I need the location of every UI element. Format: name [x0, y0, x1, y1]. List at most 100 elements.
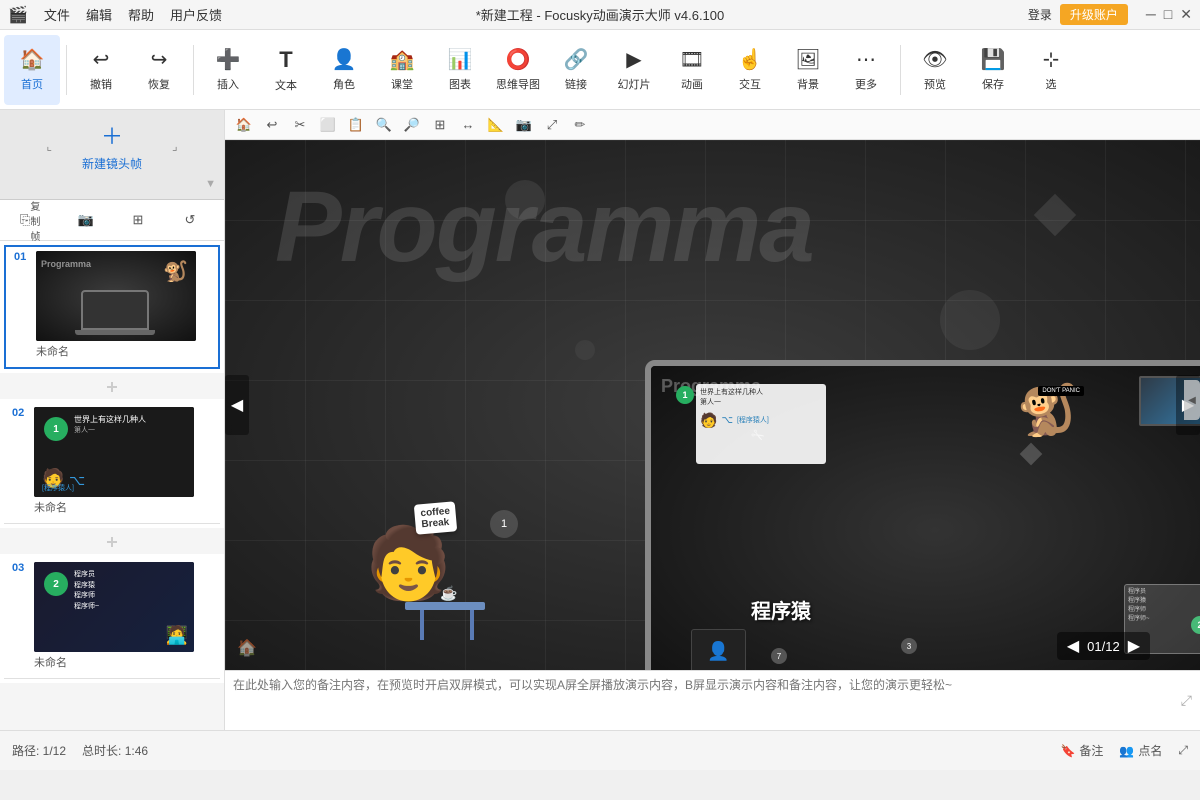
thumb-circle-2: 1 [44, 417, 68, 441]
sidebar-collapse-button[interactable]: ◀ [1184, 380, 1200, 420]
tool-redo[interactable]: ↪ 恢复 [131, 35, 187, 105]
tool-bg[interactable]: 🖼 背景 [780, 35, 836, 105]
notes-textarea[interactable] [233, 676, 1175, 726]
table-leg-1 [420, 610, 424, 640]
bookmark-icon: 🔖 [1060, 744, 1075, 758]
tool-bg-label: 背景 [797, 76, 819, 92]
canvas-zoom-out-btn[interactable]: 🔎 [401, 114, 423, 136]
canvas-align-btn[interactable]: ↔ [457, 114, 479, 136]
tool-class[interactable]: 🏫 课堂 [374, 35, 430, 105]
rotate-icon: ↺ [185, 212, 196, 228]
canvas-screenshot-btn[interactable]: 📷 [513, 114, 535, 136]
laptop-screen: Programma 1 世界上有这样几种人第人一 🧑 ⌥ [程序猿人] [645, 360, 1200, 670]
tool-select[interactable]: ⊹ 选 [1023, 35, 1079, 105]
tool-slideshow-label: 幻灯片 [618, 76, 651, 92]
menu-help[interactable]: 帮助 [128, 5, 154, 24]
canvas-ruler-btn[interactable]: 📐 [485, 114, 507, 136]
person-icon: 👥 [1119, 744, 1134, 758]
tool-animation-label: 动画 [681, 76, 703, 92]
tool-role[interactable]: 👤 角色 [316, 35, 372, 105]
titlebar: 🎬 文件 编辑 帮助 用户反馈 *新建工程 - Focusky动画演示大师 v4… [0, 0, 1200, 30]
canvas-home-btn[interactable]: 🏠 [233, 114, 255, 136]
frame-add-2[interactable] [0, 530, 224, 554]
screenshot-button[interactable]: 📷 [72, 206, 100, 234]
undo-icon: ↩ [93, 47, 110, 72]
canvas-paste-btn[interactable]: 📋 [345, 114, 367, 136]
tool-slideshow[interactable]: ▶ 幻灯片 [606, 35, 662, 105]
canvas-undo-btn[interactable]: ↩ [261, 114, 283, 136]
prev-slide-button[interactable]: ◀ [1067, 636, 1079, 656]
tool-select-label: 选 [1046, 76, 1057, 92]
grid-button[interactable]: ⊞ [124, 206, 152, 234]
plus-icon: ＋ [101, 119, 123, 151]
canvas-copy-btn[interactable]: ⬜ [317, 114, 339, 136]
slide-counter-display: 01/12 [1087, 639, 1120, 654]
tool-undo[interactable]: ↩ 撤销 [73, 35, 129, 105]
tool-chart[interactable]: 📊 图表 [432, 35, 488, 105]
tool-link[interactable]: 🔗 链接 [548, 35, 604, 105]
frame-item-3[interactable]: 03 2 程序员程序猿程序师程序师~ 🧑‍💻 未命名 [4, 558, 220, 679]
menu-edit[interactable]: 编辑 [86, 5, 112, 24]
tool-insert[interactable]: ➕ 插入 [200, 35, 256, 105]
insert-icon: ➕ [216, 47, 241, 72]
tool-text-label: 文本 [275, 77, 297, 93]
canvas-zoom-in-btn[interactable]: 🔍 [373, 114, 395, 136]
menu-feedback[interactable]: 用户反馈 [170, 5, 222, 24]
rotate-button[interactable]: ↺ [176, 206, 204, 234]
text-icon: T [279, 47, 292, 73]
tool-preview[interactable]: 👁 预览 [907, 35, 963, 105]
tool-animation[interactable]: 🎞 动画 [664, 35, 720, 105]
copy-frame-label: 复制帧 [30, 198, 48, 243]
tool-save[interactable]: 💾 保存 [965, 35, 1021, 105]
canvas-edit-btn[interactable]: ✏ [569, 114, 591, 136]
tool-more[interactable]: ⋯ 更多 [838, 35, 894, 105]
canvas-cut-btn[interactable]: ✂ [289, 114, 311, 136]
menu-file[interactable]: 文件 [44, 5, 70, 24]
tool-mindmap[interactable]: ⭕ 思维导图 [490, 35, 546, 105]
notes-btn-label: 备注 [1079, 742, 1103, 759]
tool-mindmap-label: 思维导图 [496, 76, 540, 92]
window-buttons: ─ □ ✕ [1146, 6, 1192, 23]
screen-whiteboard: 世界上有这样几种人第人一 🧑 ⌥ [程序猿人] [696, 384, 826, 464]
tool-insert-label: 插入 [217, 76, 239, 92]
tool-interact-label: 交互 [739, 76, 761, 92]
new-frame-button[interactable]: ＋ 新建镜头帧 [82, 119, 142, 172]
tool-text[interactable]: T 文本 [258, 35, 314, 105]
canvas-grid-btn[interactable]: ⊞ [429, 114, 451, 136]
frame-item-1[interactable]: 01 Programma 🐒 未命名 [4, 245, 220, 369]
fullscreen-button[interactable]: ⤢ [1178, 743, 1188, 758]
frame-add-1[interactable] [0, 375, 224, 399]
canvas[interactable]: Programma 1 Programma 1 [225, 140, 1200, 670]
upgrade-button[interactable]: 升级账户 [1060, 4, 1128, 25]
canvas-home-icon[interactable]: 🏠 [237, 638, 257, 658]
sidebar: ⌞ ＋ 新建镜头帧 ⌟ ▼ ⎘ 复制帧 📷 ⊞ ↺ [0, 110, 225, 730]
sidebar-tools: ⎘ 复制帧 📷 ⊞ ↺ [0, 200, 224, 241]
canvas-nav-bottom: 🏠 [237, 638, 257, 658]
tool-home[interactable]: 🏠 首页 [4, 35, 60, 105]
camera-icon: 📷 [78, 212, 94, 228]
close-button[interactable]: ✕ [1180, 6, 1192, 23]
table-surface [405, 602, 485, 610]
frame-item-2[interactable]: 02 1 世界上有这样几种人第人一 🧑 ⌥ [程序猿人] 未命名 [4, 403, 220, 524]
notes-button[interactable]: 🔖 备注 [1060, 742, 1103, 759]
statusbar-left: 路径: 1/12 总时长: 1:46 [12, 742, 148, 759]
select-icon: ⊹ [1043, 47, 1060, 72]
copy-frame-button[interactable]: ⎘ 复制帧 [20, 206, 48, 234]
maximize-button[interactable]: □ [1164, 6, 1172, 23]
save-icon: 💾 [981, 47, 1006, 72]
canvas-expand-btn[interactable]: ⤢ [541, 114, 563, 136]
roster-button[interactable]: 👥 点名 [1119, 742, 1162, 759]
login-button[interactable]: 登录 [1028, 6, 1052, 23]
tool-interact[interactable]: ☝ 交互 [722, 35, 778, 105]
canvas-nav-left[interactable]: ◀ [225, 375, 249, 435]
next-slide-button[interactable]: ▶ [1128, 636, 1140, 656]
screen-badge: DON'T PANIC [1038, 386, 1084, 396]
slide-counter: ◀ 01/12 ▶ [1057, 632, 1150, 660]
animation-icon: 🎞 [679, 47, 704, 72]
sidebar-expand-icon[interactable]: ▼ [205, 178, 216, 190]
minimize-button[interactable]: ─ [1146, 6, 1156, 23]
notes-expand-button[interactable]: ⤢ [1181, 692, 1192, 709]
menu-bar: 🎬 文件 编辑 帮助 用户反馈 [8, 5, 222, 25]
tool-role-label: 角色 [333, 76, 355, 92]
slideshow-icon: ▶ [626, 47, 641, 72]
